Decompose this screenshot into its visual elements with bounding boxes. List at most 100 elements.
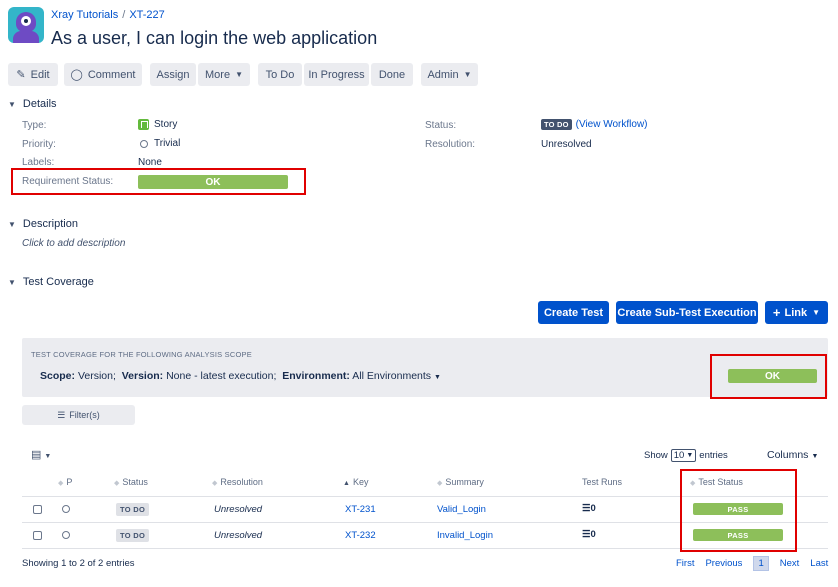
entries-label: entries	[699, 450, 728, 461]
filters-label: Filter(s)	[69, 410, 100, 420]
caret-down-icon: ▼	[8, 277, 16, 287]
caret-down-icon: ▼	[8, 219, 16, 229]
column-header-resolution-label: Resolution	[220, 477, 263, 487]
admin-button[interactable]: Admin ▼	[421, 63, 478, 86]
column-header-key-label: Key	[352, 477, 369, 487]
priority-label: Priority:	[22, 139, 56, 150]
row-resolution: Unresolved	[214, 504, 263, 515]
pager-next[interactable]: Next	[780, 558, 800, 569]
coverage-status-bar: OK	[728, 369, 817, 383]
columns-label: Columns	[767, 449, 809, 461]
column-header-summary[interactable]: ◆ Summary	[437, 477, 484, 487]
sort-icon: ◆	[437, 480, 443, 487]
column-header-status[interactable]: ◆ Status	[114, 477, 148, 487]
column-header-key[interactable]: ▲ Key	[343, 477, 368, 487]
column-config-icon[interactable]: ▤ ▼	[31, 448, 51, 461]
caret-down-icon: ▼	[8, 99, 16, 109]
analysis-scope-line: Scope: Version; Version: None - latest e…	[40, 370, 441, 382]
show-label: Show	[644, 450, 668, 461]
in-progress-button[interactable]: In Progress	[304, 63, 369, 86]
sort-ascending-icon: ▲	[343, 480, 350, 487]
page-length-control: Show 10 ▼ entries	[644, 449, 728, 462]
in-progress-label: In Progress	[308, 68, 365, 81]
create-test-button[interactable]: Create Test	[538, 301, 609, 324]
plus-icon: +	[772, 305, 781, 320]
details-heading: Details	[22, 98, 57, 110]
version-value: None - latest execution;	[166, 370, 277, 382]
issue-title[interactable]: As a user, I can login the web applicati…	[51, 28, 377, 49]
analysis-scope-caption: TEST COVERAGE FOR THE FOLLOWING ANALYSIS…	[31, 350, 252, 359]
type-label: Type:	[22, 120, 47, 131]
description-placeholder[interactable]: Click to add description	[22, 238, 125, 249]
row-summary-link[interactable]: Invalid_Login	[437, 530, 493, 541]
filters-button[interactable]: ☰ Filter(s)	[22, 405, 135, 425]
row-summary-link[interactable]: Valid_Login	[437, 504, 486, 515]
column-header-p[interactable]: ◆ P	[58, 477, 72, 487]
type-value: Story	[138, 119, 177, 130]
chevron-down-icon: ▼	[235, 70, 243, 79]
columns-dropdown[interactable]: Columns ▼	[767, 449, 818, 461]
priority-value: Trivial	[140, 138, 180, 149]
comment-label: Comment	[87, 68, 136, 81]
description-toggle[interactable]: ▼ Description	[8, 218, 78, 230]
sort-icon: ◆	[212, 480, 218, 487]
more-button[interactable]: More ▼	[198, 63, 250, 86]
view-workflow-link[interactable]: (View Workflow)	[576, 119, 648, 130]
column-header-p-label: P	[66, 477, 73, 487]
done-button[interactable]: Done	[371, 63, 413, 86]
breadcrumb-issue-key-link[interactable]: XT-227	[129, 9, 164, 21]
sort-icon: ◆	[58, 480, 64, 487]
row-key-link[interactable]: XT-232	[345, 530, 376, 541]
row-checkbox[interactable]	[33, 505, 42, 514]
assign-button[interactable]: Assign	[150, 63, 196, 86]
admin-label: Admin	[427, 68, 459, 81]
pager-last[interactable]: Last	[810, 558, 828, 569]
environment-label: Environment:	[282, 370, 350, 382]
row-resolution: Unresolved	[214, 530, 263, 541]
more-label: More	[205, 68, 231, 81]
chevron-down-icon: ▼	[812, 308, 821, 317]
create-sub-test-execution-button[interactable]: Create Sub-Test Execution	[616, 301, 758, 324]
test-runs-icon[interactable]: ☰0	[582, 529, 596, 540]
story-icon	[138, 119, 149, 130]
test-coverage-heading: Test Coverage	[22, 276, 94, 288]
caret-down-icon[interactable]: ▼	[434, 374, 441, 381]
page-length-select[interactable]: 10 ▼	[670, 449, 697, 462]
row-status: TO DO	[116, 529, 150, 542]
test-status-highlight	[680, 469, 797, 552]
resolution-label: Resolution:	[425, 139, 476, 150]
edit-button[interactable]: ✎ Edit	[8, 63, 58, 86]
to-do-button[interactable]: To Do	[258, 63, 302, 86]
column-header-test-runs: Test Runs	[582, 477, 622, 487]
column-header-status-label: Status	[122, 477, 148, 487]
chevron-down-icon: ▼	[686, 452, 694, 459]
row-key-link[interactable]: XT-231	[345, 504, 376, 515]
pagination: First Previous 1 Next Last	[676, 556, 828, 571]
link-label: Link	[784, 306, 808, 319]
pager-first[interactable]: First	[676, 558, 694, 569]
priority-value-text: Trivial	[154, 138, 181, 149]
test-runs-icon[interactable]: ☰0	[582, 503, 596, 514]
column-header-resolution[interactable]: ◆ Resolution	[212, 477, 263, 487]
labels-value[interactable]: None	[138, 157, 162, 168]
sort-icon: ◆	[114, 480, 120, 487]
breadcrumb-project-link[interactable]: Xray Tutorials	[51, 9, 118, 21]
details-toggle[interactable]: ▼ Details	[8, 98, 57, 110]
pager-previous[interactable]: Previous	[705, 558, 742, 569]
to-do-label: To Do	[265, 68, 295, 81]
requirement-status-label: Requirement Status:	[22, 176, 114, 187]
trivial-priority-icon	[140, 139, 148, 148]
link-button[interactable]: + Link ▼	[765, 301, 828, 324]
pager-current-page[interactable]: 1	[753, 556, 769, 571]
comment-icon: ◯	[70, 69, 83, 81]
breadcrumb: Xray Tutorials / XT-227	[51, 9, 165, 21]
test-coverage-toggle[interactable]: ▼ Test Coverage	[8, 276, 94, 288]
edit-label: Edit	[30, 68, 50, 81]
row-status: TO DO	[116, 503, 150, 516]
row-checkbox[interactable]	[33, 531, 42, 540]
project-avatar[interactable]	[8, 7, 44, 43]
status-value: TO DO (View Workflow)	[541, 119, 648, 130]
comment-button[interactable]: ◯ Comment	[64, 63, 142, 86]
environment-dropdown[interactable]: All Environments	[352, 370, 431, 382]
breadcrumb-separator: /	[122, 9, 126, 21]
